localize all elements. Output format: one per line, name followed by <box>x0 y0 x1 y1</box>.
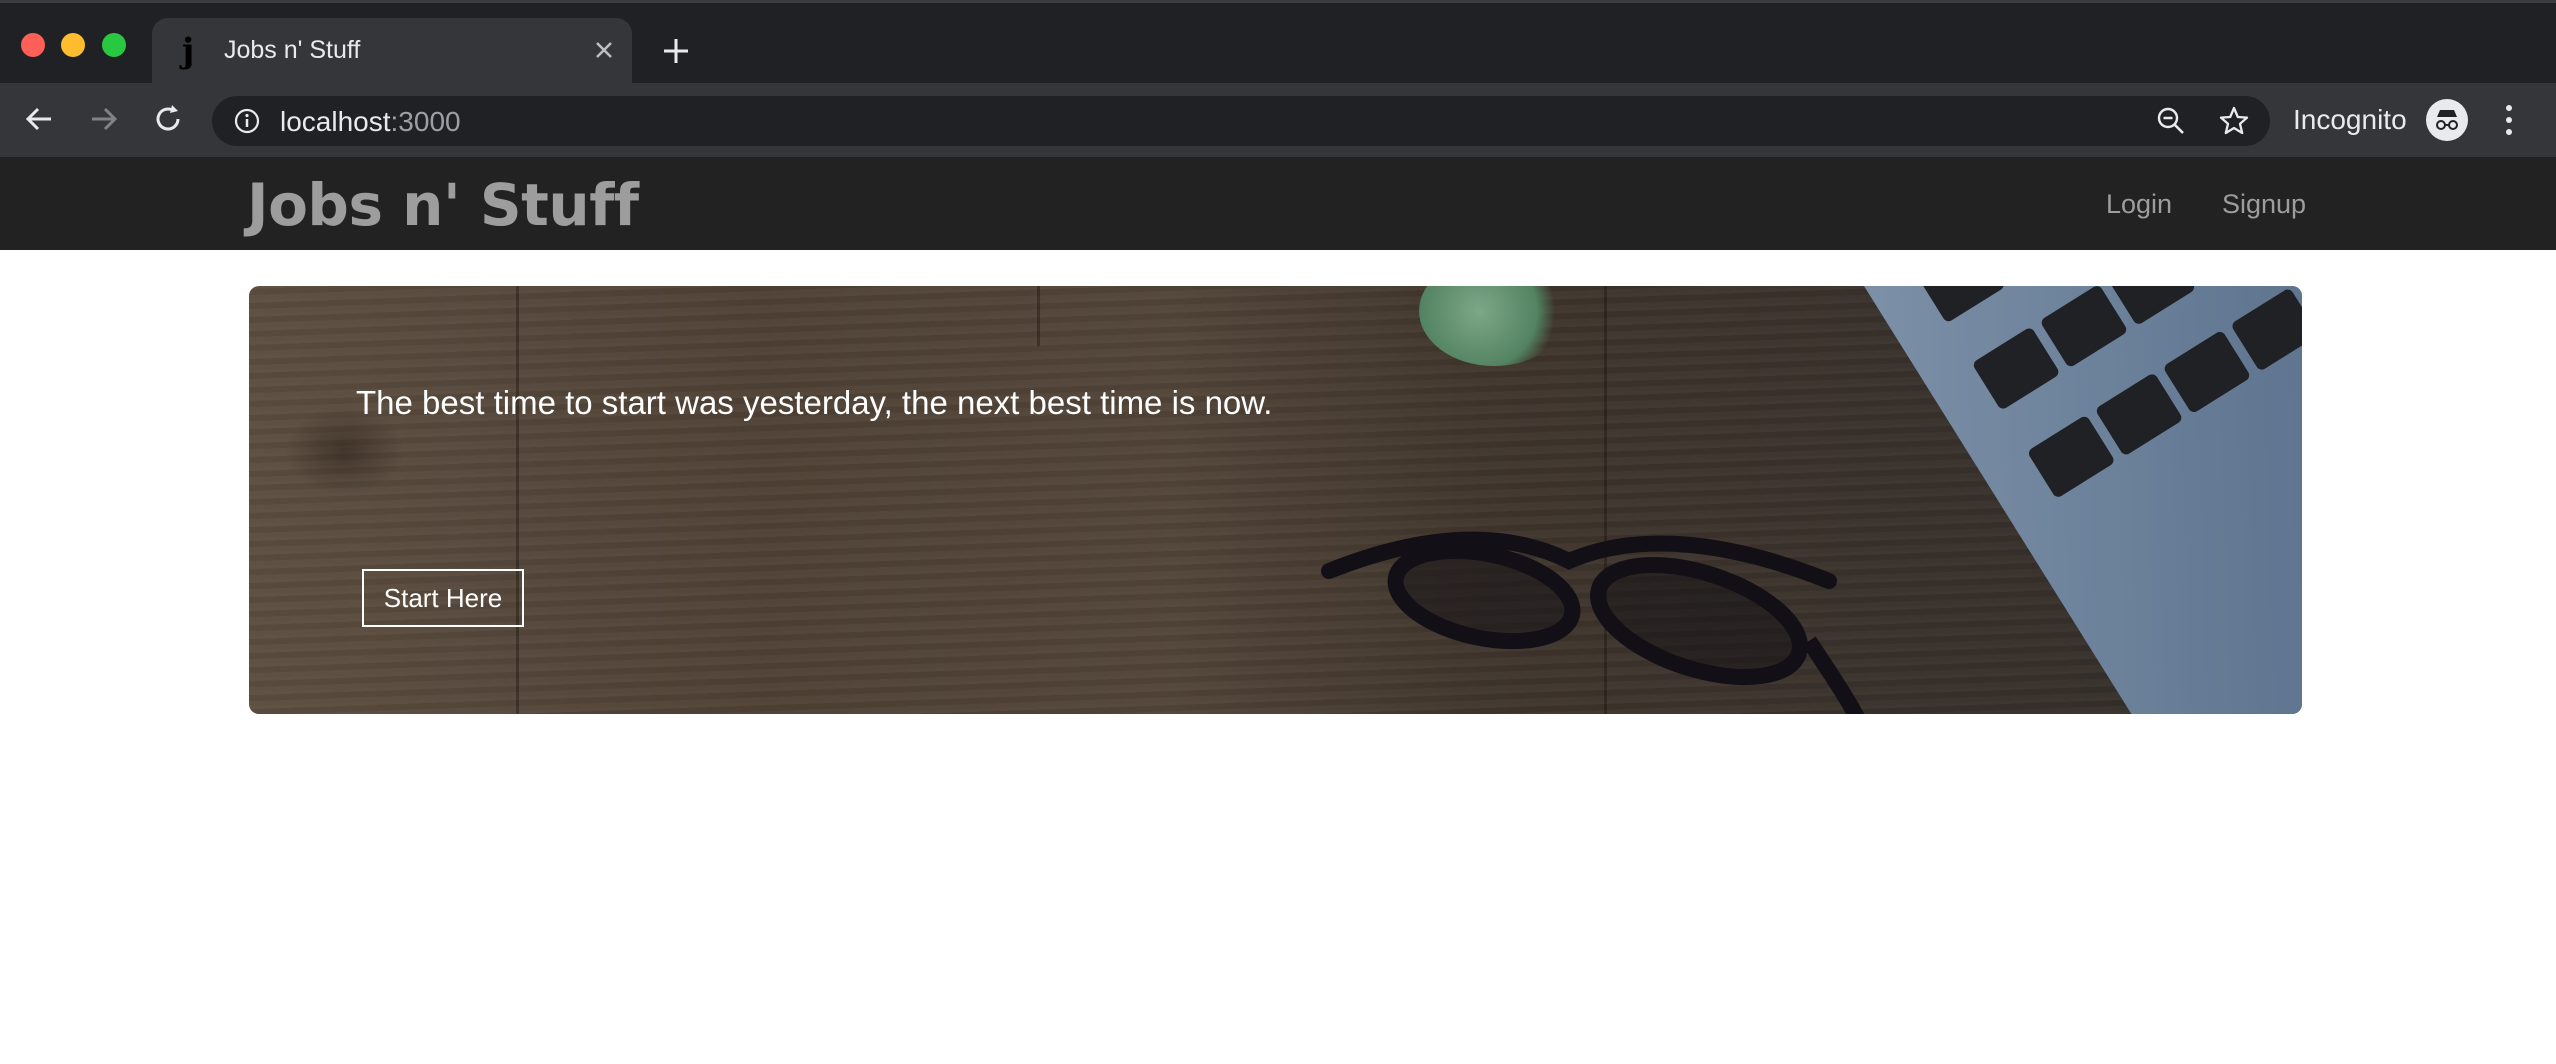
forward-arrow-icon[interactable] <box>86 101 122 137</box>
favicon-icon: j <box>182 31 195 71</box>
kebab-menu-icon[interactable] <box>2494 101 2524 139</box>
hero-banner: The best time to start was yesterday, th… <box>249 286 2302 714</box>
maximize-window-button[interactable] <box>102 33 126 57</box>
url-text: localhost:3000 <box>280 106 461 138</box>
incognito-icon[interactable] <box>2426 99 2468 141</box>
url-host: localhost <box>280 106 391 137</box>
start-here-button[interactable]: Start Here <box>362 569 524 627</box>
brand-logo[interactable]: Jobs n' Stuff <box>247 171 639 239</box>
address-bar[interactable]: localhost:3000 <box>212 96 2270 146</box>
hero-overlay <box>249 286 2302 714</box>
incognito-glyph-icon <box>2436 110 2458 130</box>
browser-tabstrip: j Jobs n' Stuff <box>0 0 2556 86</box>
browser-tab[interactable]: j Jobs n' Stuff <box>152 18 632 86</box>
signup-link[interactable]: Signup <box>2222 189 2306 220</box>
star-icon[interactable] <box>2218 105 2250 137</box>
minimize-window-button[interactable] <box>61 33 85 57</box>
hero-tagline: The best time to start was yesterday, th… <box>356 384 1273 421</box>
zoom-out-icon[interactable] <box>2156 106 2186 136</box>
close-window-button[interactable] <box>21 33 45 57</box>
tab-title: Jobs n' Stuff <box>224 36 361 64</box>
close-icon[interactable] <box>590 36 618 64</box>
login-link[interactable]: Login <box>2106 189 2172 220</box>
incognito-label: Incognito <box>2293 104 2407 135</box>
url-port: :3000 <box>390 106 461 137</box>
plus-icon[interactable] <box>660 35 692 67</box>
site-navbar: Jobs n' Stuff Login Signup <box>0 157 2556 250</box>
reload-icon[interactable] <box>150 101 186 137</box>
browser-toolbar: localhost:3000 Incognito <box>0 83 2556 157</box>
info-icon[interactable] <box>234 108 260 134</box>
back-arrow-icon[interactable] <box>21 101 57 137</box>
